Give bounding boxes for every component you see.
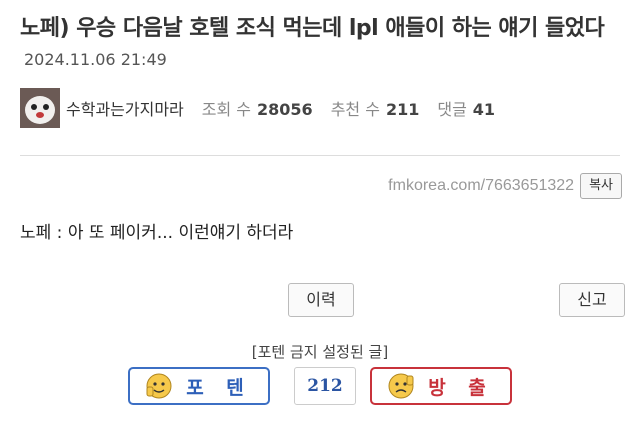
- likes-label: 추천 수: [330, 100, 380, 119]
- views-stat: 조회 수 28056: [202, 96, 313, 120]
- thumbs-down-face-icon: [388, 373, 414, 399]
- copy-url-button[interactable]: 복사: [580, 173, 622, 199]
- likes-stat: 추천 수 211: [331, 96, 420, 120]
- avatar[interactable]: [20, 88, 60, 128]
- post-body: 노페 : 아 또 페이커... 이런얘기 하더라: [20, 223, 294, 243]
- views-label: 조회 수: [201, 100, 252, 119]
- history-button[interactable]: 이력: [288, 283, 354, 317]
- post-title: 노페) 우승 다음날 호텔 조식 먹는데 lpl 애들이 하는 얘기 들었다: [20, 16, 605, 41]
- post-link-row: fmkorea.com/7663651322 복사: [388, 173, 622, 199]
- vote-count: 212: [294, 367, 356, 405]
- downvote-label: 방 출: [428, 376, 494, 399]
- divider: [20, 155, 620, 156]
- comments-label: 댓글: [437, 100, 467, 119]
- comments-stat[interactable]: 댓글 41: [437, 96, 495, 120]
- report-button[interactable]: 신고: [559, 283, 625, 317]
- likes-count: 211: [385, 100, 420, 119]
- post-date: 2024.11.06 21:49: [24, 50, 167, 69]
- views-count: 28056: [257, 100, 313, 119]
- post-meta: 수학과는가지마라 조회 수 28056 추천 수 211 댓글 41: [20, 88, 495, 128]
- author-name[interactable]: 수학과는가지마라: [66, 96, 184, 120]
- thumbs-up-face-icon: [146, 373, 172, 399]
- vote-row: 포 텐 212 방 출: [0, 367, 640, 407]
- downvote-button[interactable]: 방 출: [370, 367, 512, 405]
- post-url[interactable]: fmkorea.com/7663651322: [388, 177, 574, 195]
- upvote-button[interactable]: 포 텐: [128, 367, 270, 405]
- upvote-label: 포 텐: [186, 376, 252, 399]
- forbid-notice: [포텐 금지 설정된 글]: [251, 343, 389, 361]
- post-header: 노페) 우승 다음날 호텔 조식 먹는데 lpl 애들이 하는 얘기 들었다 2…: [20, 14, 630, 75]
- comments-count: 41: [472, 100, 496, 119]
